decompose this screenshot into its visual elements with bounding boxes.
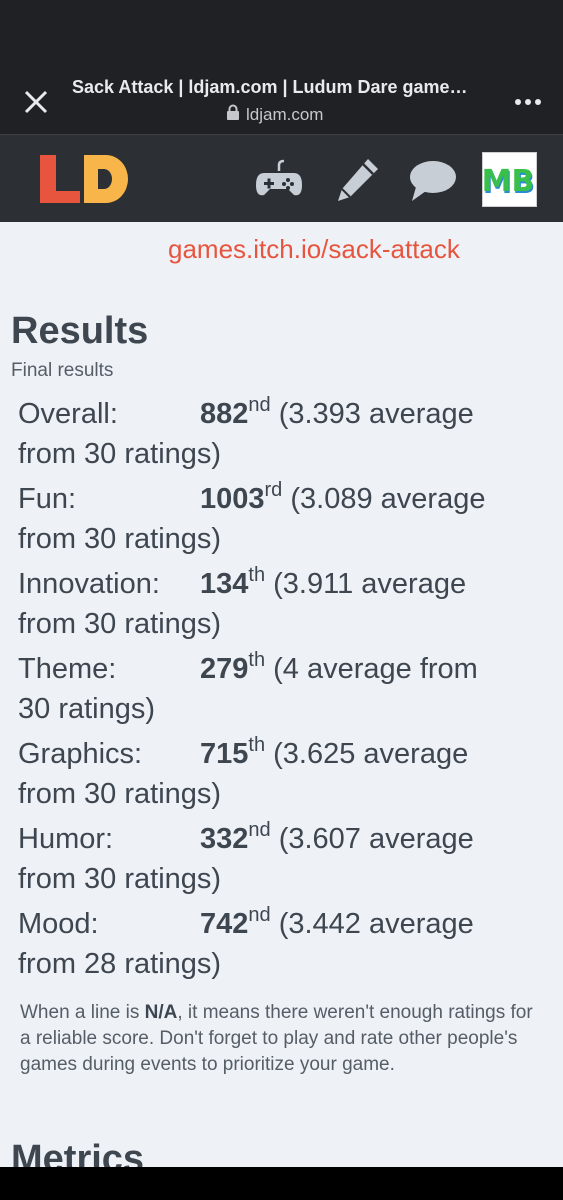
final-results-label: Final results	[11, 360, 114, 381]
result-value: 134th (3.911 average	[200, 564, 540, 604]
rank-suffix: th	[248, 734, 266, 756]
result-value: 742nd (3.442 average	[200, 904, 540, 944]
result-detail-continued: from 30 ratings)	[18, 438, 222, 470]
results-table: Overall: 882nd (3.393 average from 30 ra…	[18, 394, 548, 989]
result-rank: 332	[200, 823, 249, 855]
rank-suffix: th	[248, 649, 266, 671]
result-rank: 715	[200, 738, 249, 770]
result-detail: (3.607 average	[278, 823, 474, 855]
rank-suffix: th	[248, 564, 266, 586]
result-row-innovation: Innovation: 134th (3.911 average from 30…	[18, 564, 548, 649]
ld-logo[interactable]	[36, 151, 132, 212]
tab-title: Sack Attack | ldjam.com | Ludum Dare gam…	[72, 77, 468, 97]
result-value: 1003rd (3.089 average	[200, 479, 540, 519]
result-category: Fun:	[18, 483, 77, 515]
note-text-before: When a line is	[20, 1002, 145, 1023]
note-na: N/A	[144, 1002, 178, 1023]
result-rank: 279	[200, 653, 249, 685]
result-value: 882nd (3.393 average	[200, 394, 540, 434]
avatar-initials-overlay: MB	[483, 164, 534, 199]
result-rank: 882	[200, 398, 249, 430]
result-detail: (4 average from	[273, 653, 478, 685]
result-detail-continued: from 30 ratings)	[18, 863, 222, 895]
main-content: games.itch.io/sack-attack Results Final …	[0, 222, 563, 1167]
result-detail: (3.089 average	[290, 483, 486, 515]
result-row-fun: Fun: 1003rd (3.089 average from 30 ratin…	[18, 479, 548, 564]
user-avatar[interactable]: MB MB	[482, 152, 537, 207]
url-text: ldjam.com	[246, 104, 324, 124]
result-value: 715th (3.625 average	[200, 734, 540, 774]
result-detail-continued: from 30 ratings)	[18, 523, 222, 555]
site-header	[0, 135, 563, 222]
result-detail-continued: from 30 ratings)	[18, 778, 222, 810]
result-category: Overall:	[18, 398, 118, 430]
result-detail: (3.625 average	[273, 738, 469, 770]
status-bar	[0, 0, 563, 62]
rank-suffix: nd	[248, 394, 271, 416]
result-detail-continued: from 30 ratings)	[18, 608, 222, 640]
result-row-theme: Theme: 279th (4 average from 30 ratings)	[18, 649, 548, 734]
result-rank: 134	[200, 568, 249, 600]
pencil-icon[interactable]	[332, 155, 382, 205]
result-category: Innovation:	[18, 568, 160, 600]
more-options-icon[interactable]	[513, 90, 543, 114]
result-row-overall: Overall: 882nd (3.393 average from 30 ra…	[18, 394, 548, 479]
rank-suffix: nd	[248, 904, 271, 926]
result-category: Mood:	[18, 908, 99, 940]
result-value: 279th (4 average from	[200, 649, 540, 689]
url-display[interactable]: ldjam.com	[226, 104, 323, 125]
result-detail: (3.442 average	[278, 908, 474, 940]
result-detail-continued: 30 ratings)	[18, 693, 156, 725]
chat-bubble-icon[interactable]	[408, 155, 458, 205]
results-note: When a line is N/A, it means there weren…	[20, 1000, 535, 1078]
browser-toolbar: Sack Attack | ldjam.com | Ludum Dare gam…	[0, 62, 563, 135]
result-value: 332nd (3.607 average	[200, 819, 540, 859]
rank-suffix: nd	[248, 819, 271, 841]
result-row-mood: Mood: 742nd (3.442 average from 28 ratin…	[18, 904, 548, 989]
close-icon[interactable]	[18, 84, 54, 120]
result-row-humor: Humor: 332nd (3.607 average from 30 rati…	[18, 819, 548, 904]
game-link[interactable]: games.itch.io/sack-attack	[168, 234, 460, 265]
system-navigation-bar	[0, 1167, 563, 1200]
result-detail: (3.911 average	[273, 568, 467, 600]
result-detail-continued: from 28 ratings)	[18, 948, 222, 980]
gamepad-icon[interactable]	[254, 155, 304, 205]
result-category: Graphics:	[18, 738, 143, 770]
result-rank: 742	[200, 908, 249, 940]
rank-suffix: rd	[264, 479, 283, 501]
result-detail: (3.393 average	[278, 398, 474, 430]
result-category: Theme:	[18, 653, 117, 685]
lock-icon	[226, 104, 240, 125]
result-category: Humor:	[18, 823, 114, 855]
results-heading: Results	[11, 310, 149, 352]
metrics-heading: Metrics	[11, 1138, 145, 1167]
result-row-graphics: Graphics: 715th (3.625 average from 30 r…	[18, 734, 548, 819]
result-rank: 1003	[200, 483, 265, 515]
